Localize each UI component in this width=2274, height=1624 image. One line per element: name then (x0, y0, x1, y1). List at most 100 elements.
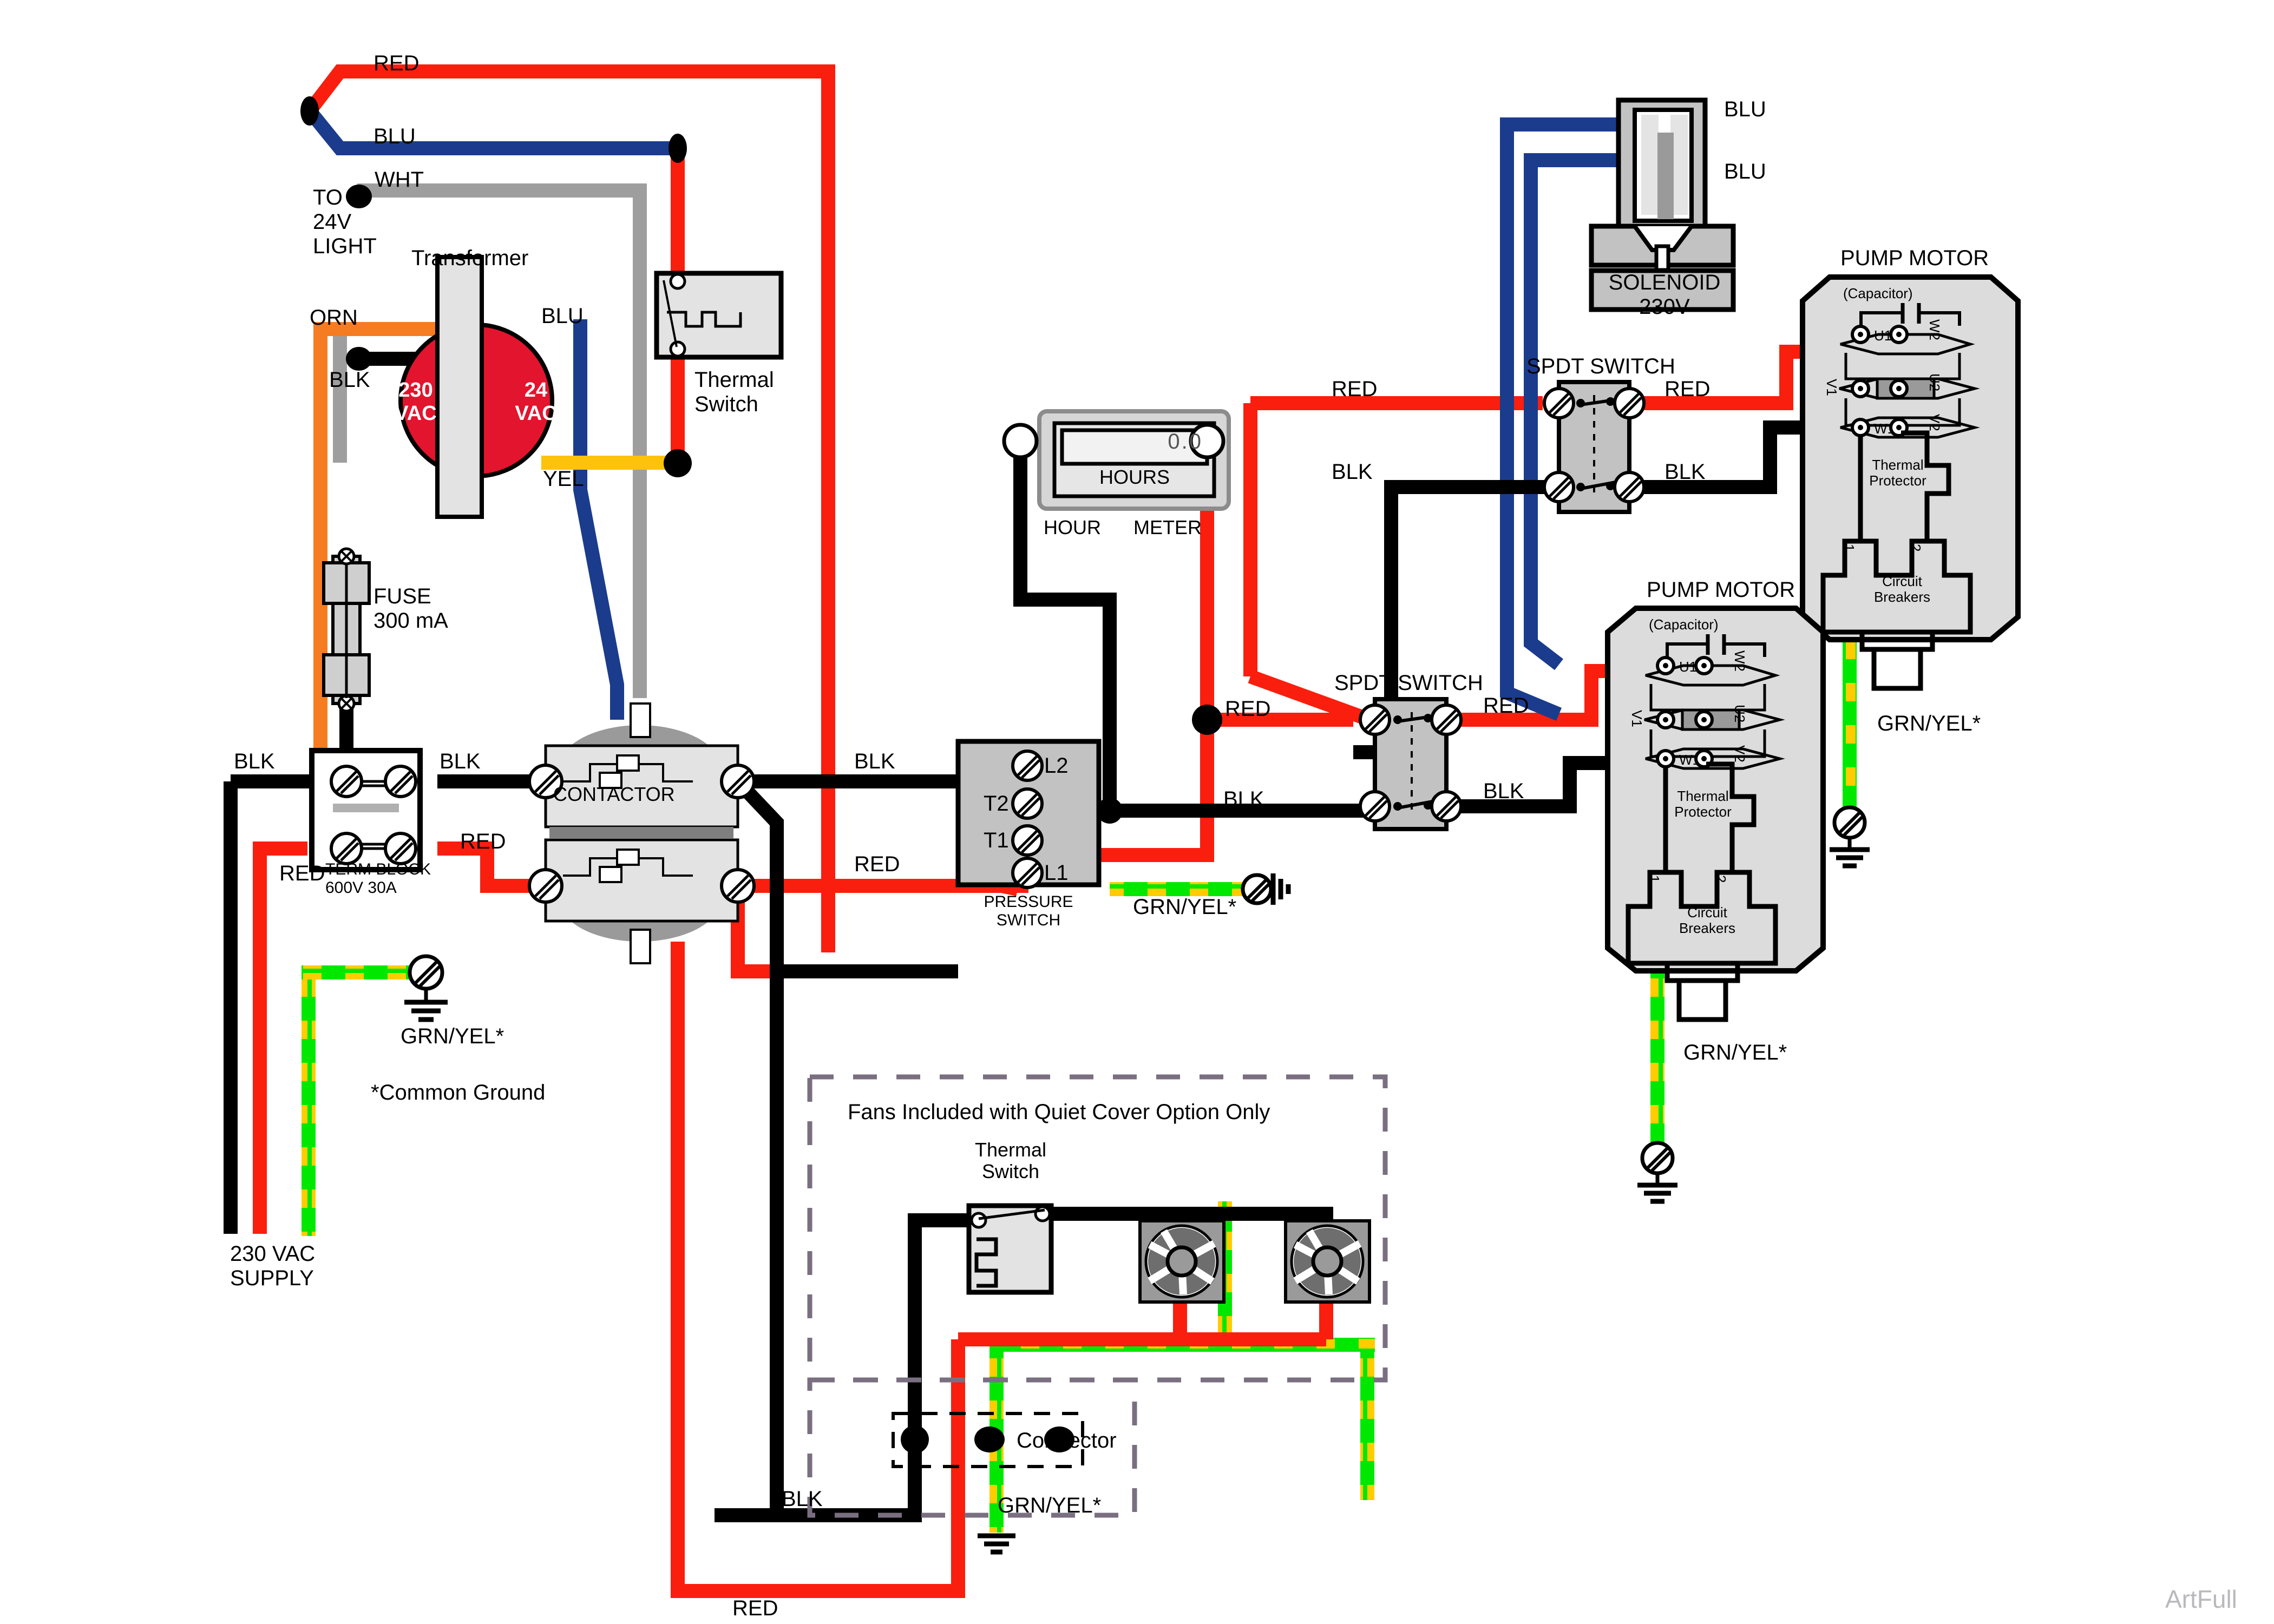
label-blu-transformer: BLU (541, 304, 584, 328)
ground-screw-pressure (1241, 873, 1291, 905)
label-motor-center-W1: W1 (1679, 752, 1700, 768)
spdt-screw (1359, 703, 1391, 736)
label-motor-center-V2: V2 (1732, 745, 1748, 762)
label-common-ground: *Common Ground (371, 1081, 546, 1104)
label-fan-thermal-switch: Thermal Switch (974, 1139, 1047, 1183)
label-blk-left: BLK (234, 749, 275, 773)
label-motor-center-U2: U2 (1732, 705, 1748, 723)
label-motor-right-U1: U1 (1874, 327, 1892, 344)
label-motor-right-W2: W2 (1926, 319, 1943, 340)
label-red-to-pressure: RED (854, 852, 900, 876)
terminal-block (309, 748, 423, 872)
thermal-switch-top (654, 271, 784, 360)
label-thermal-switch-top: Thermal Switch (694, 368, 774, 416)
label-grn-yel-pressure: GRN/YEL* (1133, 895, 1237, 919)
hour-meter-face-label: HOURS (1099, 466, 1170, 488)
terminal-screw (330, 832, 363, 865)
label-primary-voltage: 230 VAC (395, 379, 437, 425)
contactor (528, 702, 756, 964)
label-motor-center-num-1: 1 (1646, 875, 1662, 883)
ground-symbol-bottom (978, 1533, 1015, 1555)
hour-meter-caption-left: HOUR (1044, 516, 1101, 538)
spdt-screw (1430, 790, 1463, 823)
ground-screw-left (404, 954, 448, 1022)
label-supply: 230 VAC SUPPLY (230, 1242, 316, 1290)
label-red-junction: RED (1225, 697, 1271, 721)
label-blk-transformer: BLK (329, 368, 370, 392)
label-spdt-blk-out-upper: BLK (1664, 460, 1706, 484)
label-pressure-T1: T1 (984, 829, 1009, 852)
label-blu-top: BLU (373, 124, 416, 148)
label-motor-right-U2: U2 (1926, 373, 1943, 392)
label-connector: Connector (1017, 1429, 1117, 1452)
pressure-switch (955, 739, 1102, 889)
fan-left (1138, 1219, 1226, 1304)
contactor-screw (720, 764, 756, 799)
label-motor-center-V1: V1 (1629, 710, 1645, 727)
label-motor-right-num-1: 1 (1841, 544, 1857, 552)
label-spdt-blk-in-upper: BLK (1332, 460, 1373, 484)
fan-thermal-switch (966, 1203, 1054, 1295)
terminal-screw (384, 765, 417, 798)
spdt-screw (1613, 387, 1646, 419)
spdt-switch-upper (1543, 380, 1646, 514)
ground-screw-center-pump (1637, 1141, 1677, 1204)
label-thermal-protector-right: Thermal Protector (1869, 457, 1926, 489)
label-motor-center-W2: W2 (1732, 650, 1748, 672)
pressure-screw (1011, 824, 1044, 857)
label-spdt-red-in-upper: RED (1332, 377, 1378, 401)
label-solenoid: SOLENOID 230V (1608, 271, 1721, 319)
label-solenoid-blu-1: BLU (1724, 97, 1766, 121)
spdt-screw (1543, 387, 1575, 419)
label-spdt-red-out-lower: RED (1483, 694, 1529, 718)
label-motor-right-V2: V2 (1926, 414, 1943, 431)
label-motor-right-V1: V1 (1824, 379, 1840, 396)
label-motor-center-num-2: 2 (1713, 875, 1729, 883)
label-pressure-T2: T2 (984, 792, 1009, 816)
label-pressure-switch: PRESSURE SWITCH (984, 893, 1073, 929)
label-orn: ORN (310, 306, 358, 330)
label-circuit-breakers-center: Circuit Breakers (1679, 904, 1736, 937)
label-pressure-L2: L2 (1044, 754, 1069, 778)
label-red-left-tb: RED (279, 862, 325, 885)
label-capacitor-center: (Capacitor) (1649, 616, 1719, 633)
label-grn-yel-motor-right: GRN/YEL* (1877, 712, 1981, 735)
label-pump-motor-right: PUMP MOTOR (1840, 246, 1989, 270)
pressure-screw (1011, 749, 1044, 782)
label-term-block: TERM BLOCK 600V 30A (325, 860, 431, 897)
label-solenoid-blu-2: BLU (1724, 160, 1766, 183)
label-red-right-tb: RED (460, 830, 506, 853)
label-to-24v-light: TO 24V LIGHT (313, 186, 377, 258)
fan-right (1284, 1219, 1371, 1304)
spdt-switch-lower (1359, 697, 1463, 831)
label-thermal-protector-center: Thermal Protector (1674, 788, 1732, 820)
terminal-screw (330, 765, 363, 798)
spdt-screw (1430, 703, 1463, 736)
pressure-screw (1011, 787, 1044, 820)
ground-screw-right-pump (1830, 805, 1870, 869)
terminal-screw (384, 832, 417, 865)
label-secondary-voltage: 24 VAC (515, 379, 557, 425)
label-grn-yel-left: GRN/YEL* (401, 1024, 504, 1048)
wiring-diagram-canvas: RED BLU WHT TO 24V LIGHT Transformer ORN… (0, 0, 2274, 1624)
label-red-bottom: RED (732, 1596, 778, 1620)
label-spdt-blk-out-lower: BLK (1483, 779, 1524, 803)
label-spdt-switch-upper: SPDT SWITCH (1526, 354, 1675, 378)
label-grn-yel-motor-center: GRN/YEL* (1683, 1041, 1787, 1064)
contactor-screw (528, 868, 563, 904)
label-motor-right-W1: W1 (1874, 420, 1895, 437)
label-motor-right-num-2: 2 (1908, 544, 1924, 552)
label-circuit-breakers-right: Circuit Breakers (1873, 573, 1931, 606)
spdt-screw (1543, 471, 1575, 503)
label-capacitor-right: (Capacitor) (1843, 285, 1913, 301)
label-transformer: Transformer (411, 246, 529, 270)
label-grn-yel-bottom: GRN/YEL* (998, 1494, 1102, 1517)
label-red-top: RED (373, 51, 420, 75)
label-fans-box-title: Fans Included with Quiet Cover Option On… (848, 1100, 1270, 1124)
label-spdt-red-out-upper: RED (1664, 377, 1711, 401)
label-fuse: FUSE 300 mA (373, 584, 448, 633)
label-contactor: CONTACTOR (553, 783, 675, 805)
hour-meter (1002, 409, 1231, 511)
label-blk-to-pressure: BLK (854, 749, 895, 773)
watermark: ArtFull (2165, 1585, 2237, 1613)
